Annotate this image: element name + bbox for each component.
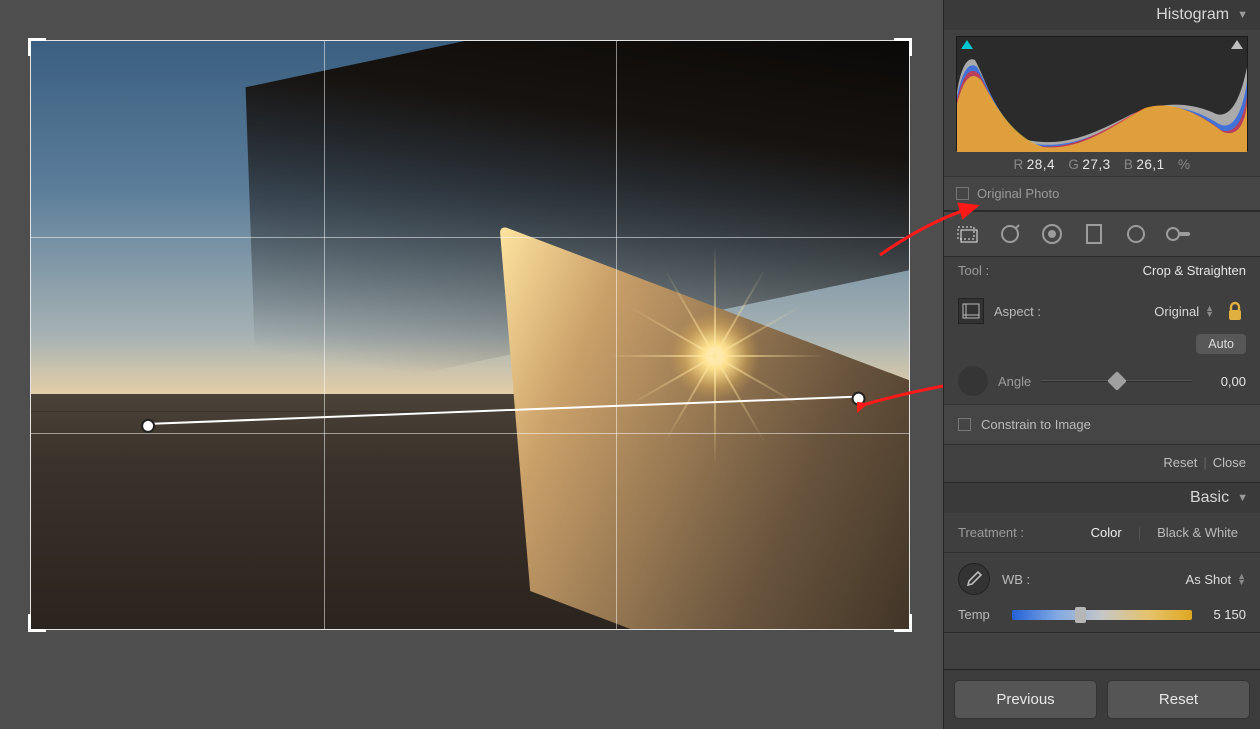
radial-tool-icon[interactable] <box>1122 220 1150 248</box>
gradient-tool-icon[interactable] <box>1080 220 1108 248</box>
straighten-tool-icon[interactable] <box>958 366 988 396</box>
constrain-to-image-toggle[interactable]: Constrain to Image <box>944 404 1260 444</box>
original-photo-label: Original Photo <box>977 186 1059 201</box>
grid-line <box>31 433 909 434</box>
angle-value: 0,00 <box>1202 374 1246 389</box>
original-photo-toggle[interactable]: Original Photo <box>944 176 1260 210</box>
grid-line <box>324 41 325 629</box>
updown-icon: ▲▼ <box>1205 305 1214 317</box>
crop-tool-icon[interactable] <box>954 220 982 248</box>
crop-handle-bl[interactable] <box>28 614 46 632</box>
tool-label: Tool : <box>958 263 989 278</box>
wb-label: WB : <box>1002 572 1030 587</box>
collapse-icon: ▼ <box>1237 9 1248 21</box>
angle-label: Angle <box>998 374 1031 389</box>
photo-preview <box>31 41 909 629</box>
right-panel: Histogram ▼ R28,4 G27,3 B <box>943 0 1260 729</box>
crop-handle-tl[interactable] <box>28 38 46 56</box>
histogram-graph[interactable] <box>956 36 1248 151</box>
image-stage[interactable] <box>0 0 943 729</box>
collapse-icon: ▼ <box>1237 492 1248 504</box>
spot-tool-icon[interactable] <box>996 220 1024 248</box>
temp-slider[interactable] <box>1012 610 1192 620</box>
aspect-lock-icon[interactable] <box>1224 299 1246 323</box>
checkbox-icon[interactable] <box>958 418 971 431</box>
crop-frame[interactable] <box>30 40 910 630</box>
crop-handle-br[interactable] <box>894 614 912 632</box>
tool-strip <box>944 211 1260 257</box>
grid-line <box>616 41 617 629</box>
tool-name: Crop & Straighten <box>1143 263 1246 278</box>
crop-close-button[interactable]: Close <box>1213 455 1246 470</box>
brush-tool-icon[interactable] <box>1164 220 1192 248</box>
basic-title: Basic <box>1190 489 1229 507</box>
aspect-label: Aspect : <box>994 304 1041 319</box>
treatment-bw-button[interactable]: Black & White <box>1149 523 1246 542</box>
angle-auto-button[interactable]: Auto <box>1196 334 1246 354</box>
histogram-rgb-readout: R28,4 G27,3 B26,1 % <box>956 157 1248 172</box>
shadow-clip-icon[interactable] <box>961 40 973 49</box>
wb-dropdown[interactable]: As Shot ▲▼ <box>1186 572 1246 587</box>
checkbox-icon[interactable] <box>956 187 969 200</box>
crop-overlay-icon[interactable] <box>958 298 984 324</box>
crop-reset-button[interactable]: Reset <box>1163 455 1197 470</box>
histogram-title: Histogram <box>1156 6 1229 24</box>
wb-eyedropper-icon[interactable] <box>958 563 990 595</box>
temp-value: 5 150 <box>1202 607 1246 622</box>
basic-header[interactable]: Basic ▼ <box>944 483 1260 513</box>
constrain-label: Constrain to Image <box>981 417 1091 432</box>
temp-label: Temp <box>958 607 1002 622</box>
grid-line <box>31 237 909 238</box>
crop-handle-tr[interactable] <box>894 38 912 56</box>
histogram-header[interactable]: Histogram ▼ <box>944 0 1260 30</box>
reset-button[interactable]: Reset <box>1107 680 1250 719</box>
treatment-color-button[interactable]: Color <box>1083 523 1130 542</box>
highlight-clip-icon[interactable] <box>1231 40 1243 49</box>
treatment-label: Treatment : <box>958 525 1024 540</box>
aspect-dropdown[interactable]: Original ▲▼ <box>1154 304 1214 319</box>
updown-icon: ▲▼ <box>1237 573 1246 585</box>
previous-button[interactable]: Previous <box>954 680 1097 719</box>
angle-slider[interactable] <box>1041 374 1192 388</box>
redeye-tool-icon[interactable] <box>1038 220 1066 248</box>
